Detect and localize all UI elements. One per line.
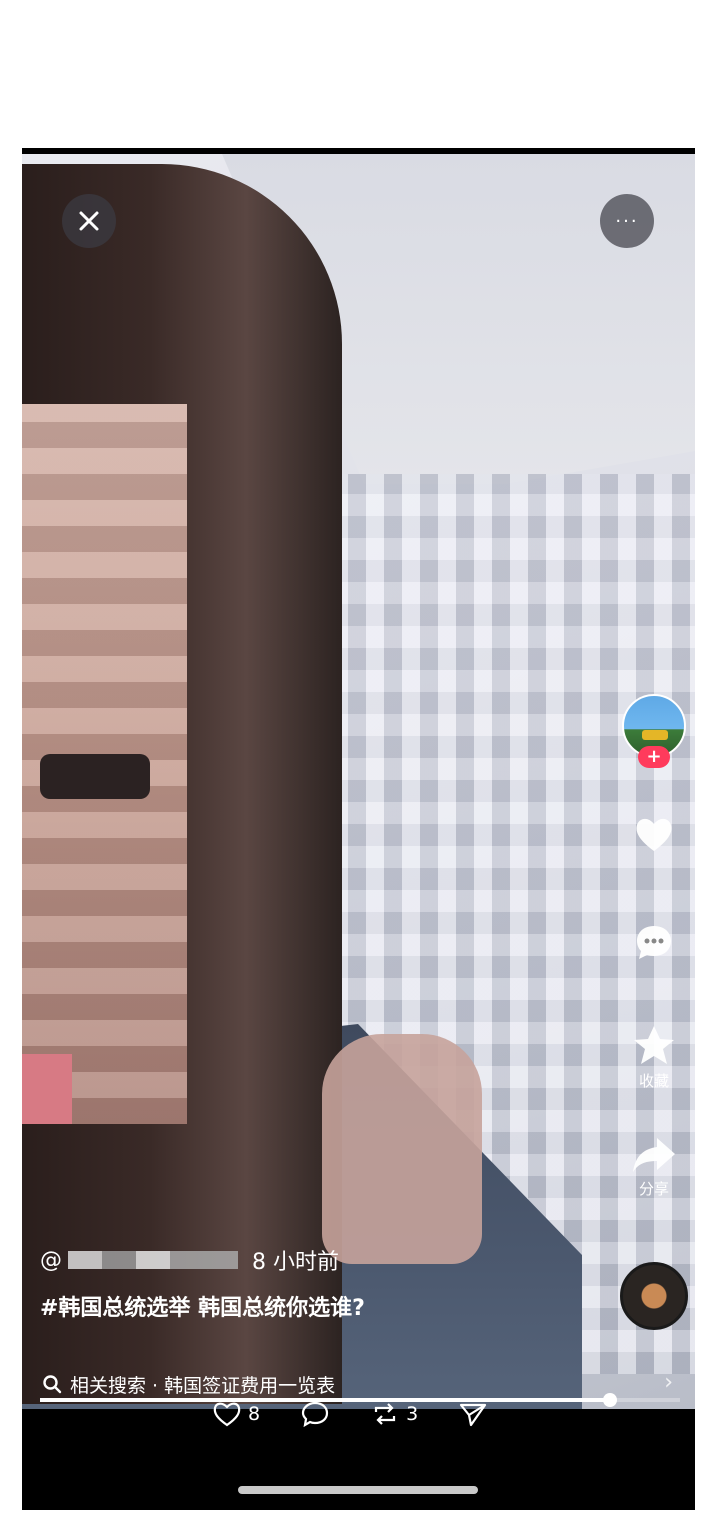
author-avatar[interactable]: + bbox=[622, 694, 686, 768]
phone-screen: ··· + 收藏 分享 @ 8 小时前 #韩国总统选举 韩国总统你选谁? 相关搜… bbox=[22, 148, 695, 1510]
like-count: 8 bbox=[248, 1403, 261, 1425]
repost-icon bbox=[374, 1403, 396, 1425]
pixelated-lips bbox=[22, 1054, 72, 1124]
post-time: 8 小时前 bbox=[252, 1250, 339, 1275]
pixelated-face bbox=[22, 404, 187, 1124]
bottom-like-button[interactable]: 8 bbox=[212, 1400, 260, 1428]
progress-knob[interactable] bbox=[602, 1393, 617, 1407]
star-icon bbox=[634, 1026, 674, 1064]
music-disc[interactable] bbox=[620, 1262, 688, 1330]
bottom-send-button[interactable] bbox=[458, 1400, 488, 1428]
send-icon bbox=[460, 1403, 487, 1427]
collect-button[interactable]: 收藏 bbox=[622, 1024, 686, 1091]
repost-count: 3 bbox=[406, 1403, 419, 1425]
author-row: @ 8 小时前 bbox=[40, 1244, 365, 1276]
comment-icon bbox=[637, 926, 671, 959]
comment-outline-icon bbox=[301, 1401, 329, 1428]
share-label: 分享 bbox=[638, 1180, 669, 1198]
bottom-actions: 8 3 bbox=[212, 1400, 528, 1428]
post-meta: @ 8 小时前 #韩国总统选举 韩国总统你选谁? bbox=[40, 1244, 365, 1322]
heart-icon bbox=[636, 818, 672, 851]
share-arrow-icon bbox=[633, 1138, 675, 1172]
post-caption[interactable]: #韩国总统选举 韩国总统你选谁? bbox=[40, 1290, 365, 1322]
like-button[interactable] bbox=[622, 814, 686, 854]
close-icon bbox=[79, 211, 99, 231]
home-indicator[interactable] bbox=[238, 1486, 478, 1494]
collect-label: 收藏 bbox=[638, 1072, 669, 1090]
search-icon bbox=[43, 1375, 62, 1394]
author-at-symbol: @ bbox=[40, 1247, 62, 1273]
close-button[interactable] bbox=[62, 194, 116, 248]
heart-outline-icon bbox=[213, 1402, 241, 1427]
bottom-repost-button[interactable]: 3 bbox=[370, 1400, 418, 1428]
follow-button[interactable]: + bbox=[638, 746, 670, 768]
comment-button[interactable] bbox=[622, 922, 686, 962]
video-frame[interactable]: ··· + 收藏 分享 @ 8 小时前 #韩国总统选举 韩国总统你选谁? 相关搜… bbox=[22, 154, 695, 1409]
chevron-right-icon: › bbox=[664, 1370, 673, 1395]
related-search-text: 相关搜索 · 韩国签证费用一览表 bbox=[70, 1374, 336, 1397]
pixelated-eye bbox=[40, 754, 150, 799]
share-button[interactable]: 分享 bbox=[622, 1134, 686, 1199]
more-icon: ··· bbox=[615, 210, 639, 232]
pixelated-hand bbox=[322, 1034, 482, 1264]
bottom-comment-button[interactable] bbox=[300, 1400, 330, 1428]
more-options-button[interactable]: ··· bbox=[600, 194, 654, 248]
author-name-blurred[interactable] bbox=[68, 1251, 238, 1269]
